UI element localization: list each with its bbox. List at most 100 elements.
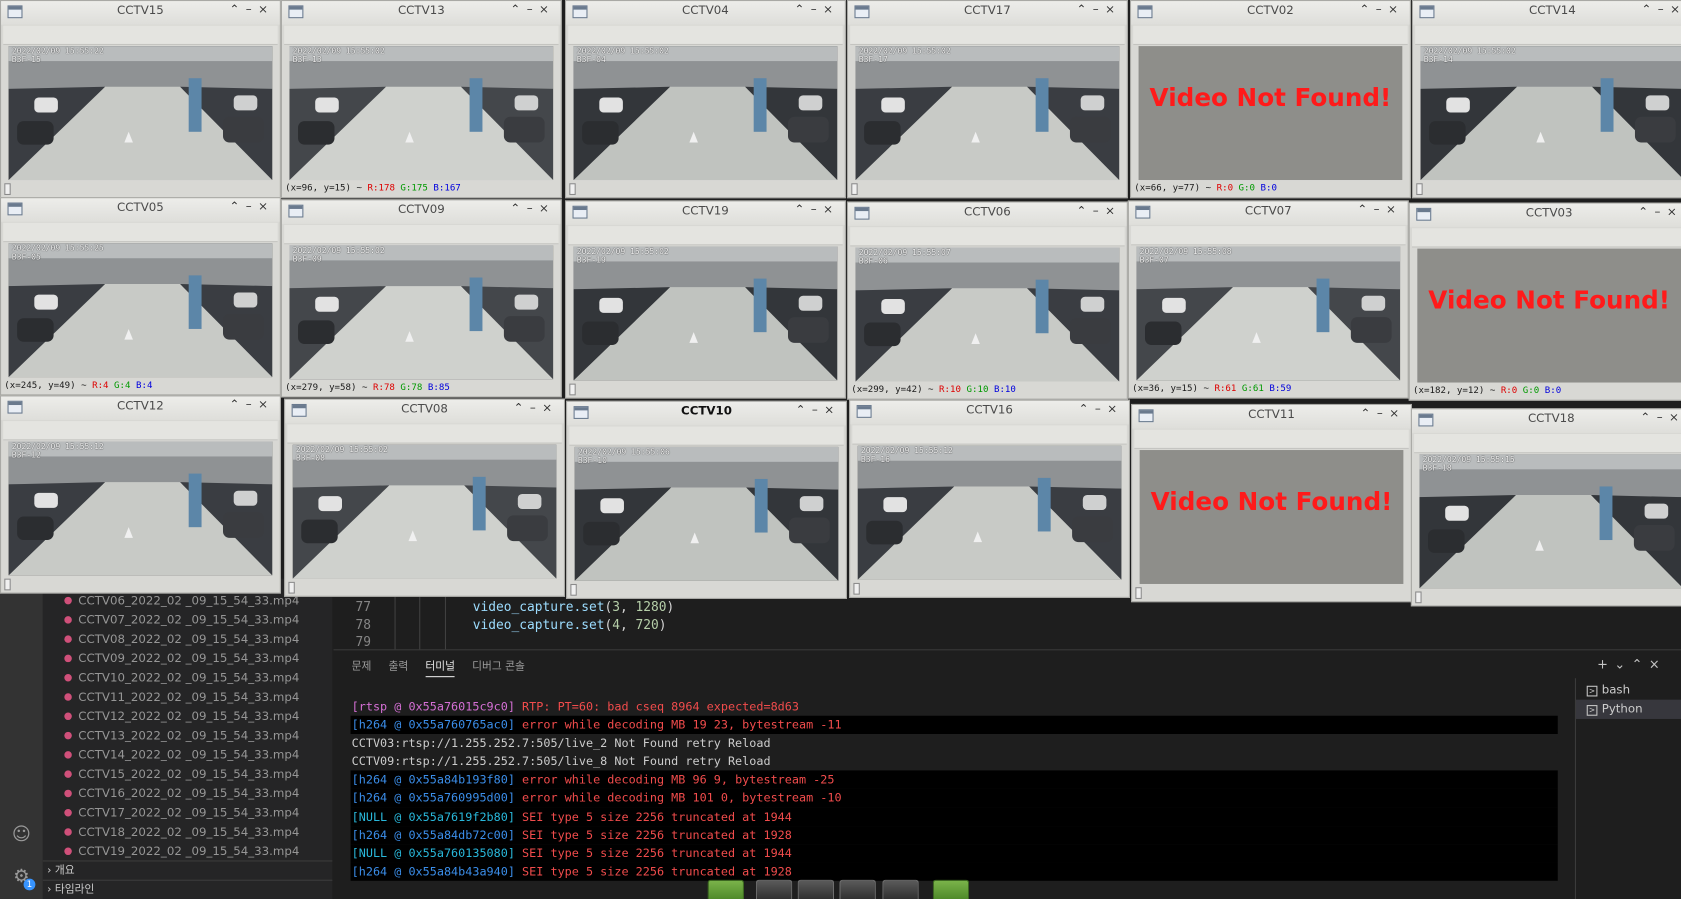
minimize-icon[interactable]: –: [1374, 203, 1386, 217]
window-titlebar[interactable]: CCTV18 ⌃–×: [1411, 409, 1681, 433]
close-icon[interactable]: ×: [823, 203, 839, 217]
window-titlebar[interactable]: CCTV14 ⌃–×: [1413, 1, 1681, 25]
camera-window[interactable]: CCTV05 ⌃–× 2022/02/09 15:55:25 B3F-05 (x=…: [0, 197, 281, 396]
camera-feed[interactable]: Video Not Found!: [1139, 450, 1404, 584]
restore-icon[interactable]: ⌃: [1357, 203, 1373, 217]
restore-icon[interactable]: ⌃: [1076, 204, 1092, 218]
minimize-icon[interactable]: –: [1095, 402, 1107, 416]
minimize-icon[interactable]: –: [811, 2, 823, 16]
restore-icon[interactable]: ⌃: [510, 201, 526, 215]
close-icon[interactable]: ×: [258, 199, 274, 213]
camera-window[interactable]: CCTV03 ⌃–× Video Not Found! (x=182, y=12…: [1408, 202, 1681, 401]
minimize-icon[interactable]: –: [1376, 2, 1388, 16]
file-item[interactable]: CCTV11_2022_02 _09_15_54_33.mp4: [43, 688, 332, 707]
minimize-icon[interactable]: –: [527, 2, 539, 16]
taskbar-grid-icon[interactable]: [755, 879, 793, 899]
close-icon[interactable]: ×: [823, 2, 839, 16]
camera-window[interactable]: CCTV19 ⌃–× 2022/02/09 15:55:02 B3F-19: [564, 200, 846, 399]
camera-feed[interactable]: 2022/02/09 15:55:02 B3F-17: [855, 46, 1120, 181]
window-titlebar[interactable]: CCTV02 ⌃–×: [1131, 1, 1410, 25]
minimize-icon[interactable]: –: [1093, 2, 1105, 16]
restore-icon[interactable]: ⌃: [1359, 2, 1375, 16]
camera-feed[interactable]: 2022/02/09 15:55:02 B3F-19: [573, 246, 838, 381]
minimize-icon[interactable]: –: [530, 401, 542, 415]
camera-window[interactable]: CCTV04 ⌃–× 2022/02/09 15:55:02 B3F-04: [564, 0, 846, 199]
account-icon[interactable]: ☺: [11, 824, 32, 845]
camera-window[interactable]: CCTV08 ⌃–× 2022/02/09 15:55:02 B3F-08: [284, 398, 565, 597]
camera-window[interactable]: CCTV10 ⌃–× 2022/02/09 15:55:06 B3F-10: [566, 400, 847, 599]
window-titlebar[interactable]: CCTV07 ⌃–×: [1128, 201, 1408, 226]
close-icon[interactable]: ×: [539, 201, 555, 215]
window-titlebar[interactable]: CCTV08 ⌃–×: [285, 399, 564, 424]
restore-icon[interactable]: ⌃: [1641, 2, 1657, 16]
window-titlebar[interactable]: CCTV12 ⌃–×: [1, 396, 280, 421]
camera-feed[interactable]: 2022/02/09 15:55:02 B3F-08: [292, 444, 557, 579]
file-item[interactable]: CCTV18_2022_02 _09_15_54_33.mp4: [43, 823, 332, 842]
minimize-icon[interactable]: –: [1657, 410, 1669, 424]
camera-feed[interactable]: 2022/02/09 15:55:12 B3F-16: [857, 445, 1122, 580]
camera-feed[interactable]: 2022/02/09 15:55:25 B3F-05: [8, 243, 273, 378]
terminal-output[interactable]: [rtsp @ 0x55a76015c9c0] RTP: PT=60: bad …: [350, 697, 1558, 899]
maximize-panel-icon[interactable]: ⌃: [1632, 657, 1649, 672]
camera-window[interactable]: CCTV02 ⌃–× Video Not Found! (x=66, y=77)…: [1129, 0, 1411, 199]
taskbar-folder-icon[interactable]: [932, 879, 970, 899]
panel-tab[interactable]: 문제: [352, 657, 372, 676]
restore-icon[interactable]: ⌃: [1361, 406, 1377, 420]
file-item[interactable]: CCTV17_2022_02 _09_15_54_33.mp4: [43, 804, 332, 823]
chevron-down-icon[interactable]: ⌄: [1614, 657, 1631, 672]
window-titlebar[interactable]: CCTV17 ⌃–×: [848, 1, 1127, 25]
terminal-instance[interactable]: > Python: [1575, 699, 1681, 719]
restore-icon[interactable]: ⌃: [794, 2, 810, 16]
camera-window[interactable]: CCTV18 ⌃–× 2022/02/09 15:55:15B3F-18: [1410, 408, 1681, 607]
close-icon[interactable]: ×: [1669, 410, 1681, 424]
window-titlebar[interactable]: CCTV06 ⌃–×: [848, 202, 1127, 227]
file-item[interactable]: CCTV10_2022_02 _09_15_54_33.mp4: [43, 669, 332, 688]
camera-feed[interactable]: 2022/02/09 15:55:07 B3F-06: [855, 247, 1120, 382]
camera-window[interactable]: CCTV07 ⌃–× 2022/02/09 15:55:08 B3F-07 (x=…: [1127, 200, 1409, 399]
close-icon[interactable]: ×: [1105, 2, 1121, 16]
window-titlebar[interactable]: CCTV10 ⌃–×: [567, 401, 846, 426]
minimize-icon[interactable]: –: [527, 201, 539, 215]
restore-icon[interactable]: ⌃: [514, 401, 530, 415]
window-titlebar[interactable]: CCTV11 ⌃–×: [1132, 405, 1411, 429]
camera-feed[interactable]: Video Not Found!: [1138, 46, 1403, 181]
window-titlebar[interactable]: CCTV03 ⌃–×: [1409, 203, 1681, 228]
camera-feed[interactable]: 2022/02/09 15:55:06 B3F-10: [574, 446, 839, 581]
window-titlebar[interactable]: CCTV05 ⌃–×: [1, 198, 280, 222]
file-item[interactable]: CCTV12_2022_02 _09_15_54_33.mp4: [43, 707, 332, 726]
minimize-icon[interactable]: –: [1658, 2, 1670, 16]
camera-window[interactable]: CCTV13 ⌃–× 2022/02/09 15:55:02 B3F-13 (x=…: [280, 0, 562, 199]
close-icon[interactable]: ×: [539, 2, 555, 16]
timeline-section[interactable]: › 타임라인: [42, 879, 333, 899]
camera-feed[interactable]: 2022/02/09 15:55:02 B3F-14: [1420, 46, 1681, 181]
close-icon[interactable]: ×: [1388, 2, 1404, 16]
panel-tab[interactable]: 디버그 콘솔: [472, 657, 525, 676]
camera-feed[interactable]: 2022/02/09 15:55:22 B3F-15: [8, 46, 273, 181]
camera-feed[interactable]: 2022/02/09 15:55:12 B3F-12: [8, 441, 273, 576]
restore-icon[interactable]: ⌃: [794, 203, 810, 217]
minimize-icon[interactable]: –: [246, 2, 258, 16]
window-titlebar[interactable]: CCTV15 ⌃–×: [1, 1, 280, 25]
camera-window[interactable]: CCTV17 ⌃–× 2022/02/09 15:55:02 B3F-17: [846, 0, 1128, 199]
file-item[interactable]: CCTV16_2022_02 _09_15_54_33.mp4: [43, 784, 332, 803]
window-titlebar[interactable]: CCTV19 ⌃–×: [566, 201, 845, 226]
camera-feed[interactable]: 2022/02/09 15:55:02 B3F-09: [289, 245, 554, 380]
window-titlebar[interactable]: CCTV16 ⌃–×: [850, 400, 1129, 425]
camera-window[interactable]: CCTV09 ⌃–× 2022/02/09 15:55:02 B3F-09 (x=…: [280, 199, 562, 398]
file-item[interactable]: CCTV19_2022_02 _09_15_54_33.mp4: [43, 842, 332, 861]
close-icon[interactable]: ×: [1107, 402, 1123, 416]
taskbar-grid-icon[interactable]: [797, 879, 835, 899]
close-icon[interactable]: ×: [1670, 2, 1681, 16]
close-panel-icon[interactable]: ×: [1649, 657, 1666, 672]
new-terminal-icon[interactable]: +: [1597, 657, 1614, 672]
restore-icon[interactable]: ⌃: [229, 199, 245, 213]
file-item[interactable]: CCTV07_2022_02 _09_15_54_33.mp4: [43, 611, 332, 630]
taskbar-terminal-icon[interactable]: [707, 879, 745, 899]
close-icon[interactable]: ×: [542, 401, 558, 415]
close-icon[interactable]: ×: [258, 398, 274, 412]
file-item[interactable]: CCTV08_2022_02 _09_15_54_33.mp4: [43, 630, 332, 649]
file-item[interactable]: CCTV14_2022_02 _09_15_54_33.mp4: [43, 746, 332, 765]
window-titlebar[interactable]: CCTV04 ⌃–×: [566, 1, 845, 25]
restore-icon[interactable]: ⌃: [510, 2, 526, 16]
restore-icon[interactable]: ⌃: [1076, 2, 1092, 16]
